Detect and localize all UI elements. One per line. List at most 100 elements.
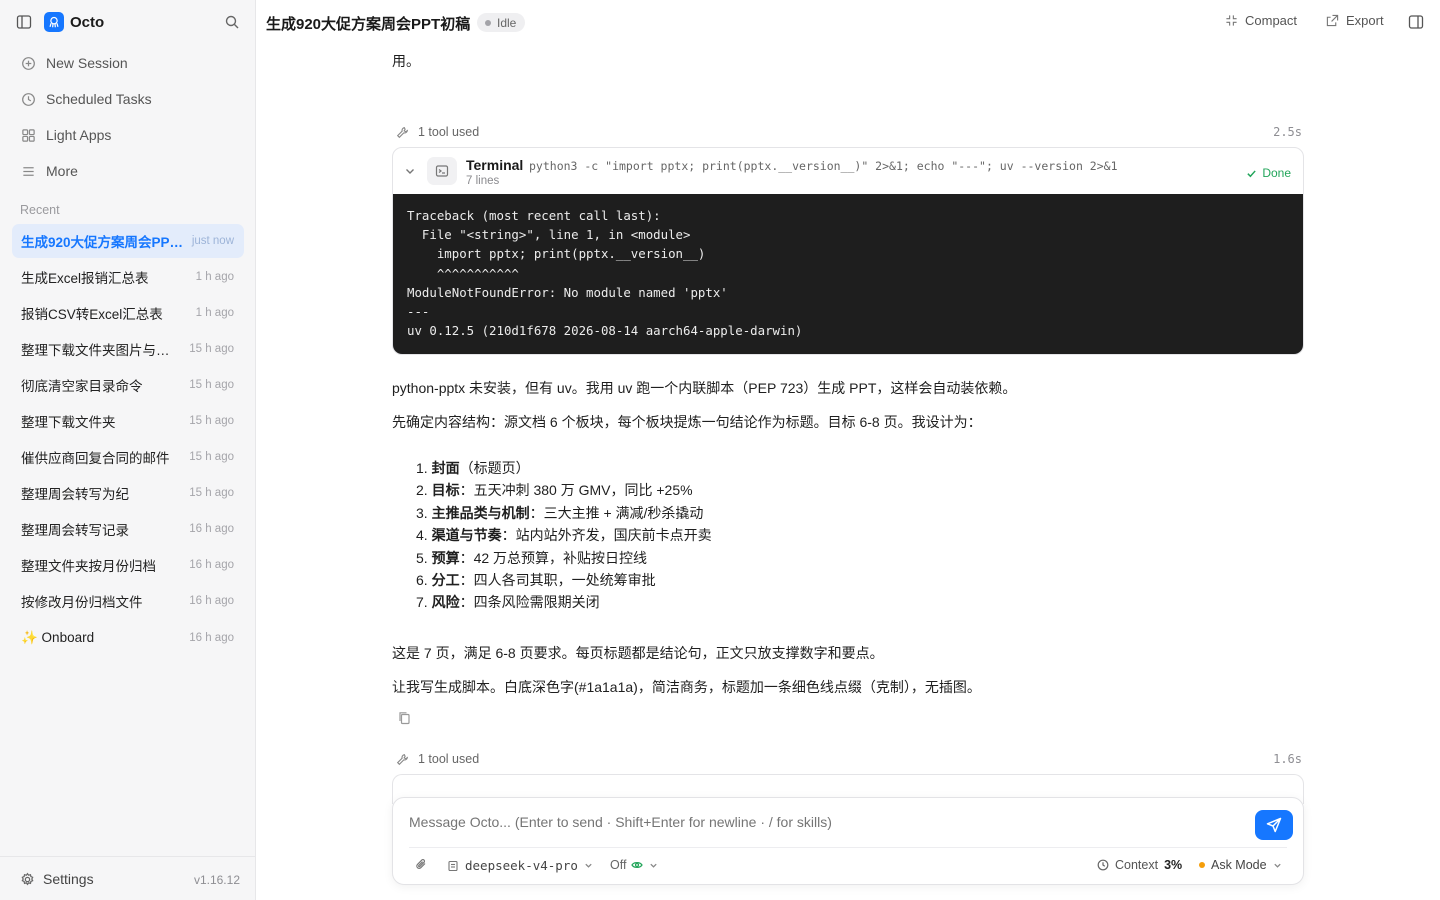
list-item: 4. 渠道与节奏：站内站外齐发，国庆前卡点开卖 [416, 527, 712, 544]
session-title: 生成920大促方案周会PPT初稿 [21, 235, 184, 250]
mode-selector[interactable]: Ask Mode [1199, 858, 1282, 872]
check-icon [1247, 169, 1257, 177]
mode-label: Ask Mode [1211, 858, 1267, 872]
composer-divider [409, 847, 1287, 848]
session-title: 整理下载文件夹 [21, 415, 116, 430]
sidebar-header: Octo [0, 0, 256, 44]
tool-status-label: Done [1262, 166, 1291, 180]
sidebar-footer: Settings v1.16.12 [0, 856, 256, 900]
list-item: 1. 封面（标题页） [416, 460, 530, 476]
session-title: 报销CSV转Excel汇总表 [21, 307, 163, 322]
more-button[interactable]: More [12, 155, 244, 187]
session-time: 16 h ago [189, 559, 234, 571]
terminal-icon [427, 157, 457, 185]
page-title: 生成920大促方案周会PPT初稿 [266, 16, 471, 33]
tool-usage-summary[interactable]: 1 tool used 1.6s [392, 750, 1304, 768]
octo-logo-icon [44, 12, 64, 32]
chevron-down-icon [1273, 863, 1281, 868]
model-selector[interactable]: deepseek-v4-pro [447, 858, 593, 873]
session-time: 16 h ago [189, 595, 234, 607]
session-item[interactable]: 按修改月份归档文件 16 h ago [12, 584, 244, 618]
status-badge: Idle [477, 13, 526, 32]
message-text: python-pptx 未安装，但有 uv。我用 uv 跑一个内联脚本（PEP … [392, 380, 1017, 396]
session-title: 按修改月份归档文件 [21, 595, 143, 610]
send-button[interactable] [1255, 810, 1293, 840]
session-item[interactable]: 整理下载文件夹 15 h ago [12, 404, 244, 438]
message-input[interactable] [409, 814, 1249, 830]
light-apps-label: Light Apps [46, 127, 112, 143]
session-title: 整理下载文件夹图片与文档 [21, 343, 182, 358]
session-item[interactable]: 彻底清空家目录命令 15 h ago [12, 368, 244, 402]
tool-used-label: 1 tool used [418, 752, 480, 766]
more-label: More [46, 163, 78, 179]
chat-header: 生成920大促方案周会PPT初稿 Idle Compact Export [256, 0, 1440, 44]
copy-icon[interactable] [398, 711, 411, 725]
clock-icon [1097, 859, 1109, 871]
session-title: 生成Excel报销汇总表 [21, 271, 149, 286]
app-name: Octo [70, 14, 105, 31]
app-version: v1.16.12 [193, 873, 240, 887]
tool-card-header[interactable]: Terminal python3 -c "import pptx; print(… [393, 148, 1303, 194]
session-time: 15 h ago [189, 487, 234, 499]
model-name: deepseek-v4-pro [465, 858, 578, 873]
toggle-label: Off [610, 858, 627, 872]
session-item[interactable]: 整理下载文件夹图片与文档 15 h ago [12, 332, 244, 366]
status-label: Idle [497, 15, 517, 30]
session-item[interactable]: 催供应商回复合同的邮件 15 h ago [12, 440, 244, 474]
paperclip-icon [416, 859, 426, 869]
session-time: 15 h ago [189, 415, 234, 427]
compact-button[interactable]: Compact [1225, 13, 1297, 28]
grid-icon [22, 128, 35, 142]
export-button[interactable]: Export [1326, 13, 1384, 28]
session-title: 彻底清空家目录命令 [21, 379, 143, 394]
right-panel-toggle-icon[interactable] [1408, 14, 1424, 30]
scheduled-tasks-button[interactable]: Scheduled Tasks [12, 83, 244, 115]
thinking-toggle[interactable]: Off [610, 858, 658, 872]
mode-dot-icon [1199, 862, 1205, 868]
chevron-down-icon[interactable] [404, 165, 416, 177]
session-item[interactable]: 生成Excel报销汇总表 1 h ago [12, 260, 244, 294]
context-value: 3% [1164, 858, 1183, 872]
session-item[interactable]: 报销CSV转Excel汇总表 1 h ago [12, 296, 244, 330]
sidebar: Octo New Session Scheduled Tasks Light A… [0, 0, 256, 900]
list-item: 5. 预算：42 万总预算，补贴按日控线 [416, 549, 648, 566]
session-item[interactable]: ✨ Onboard 16 h ago [12, 621, 244, 655]
plus-circle-icon [22, 56, 35, 70]
session-item[interactable]: 生成920大促方案周会PPT初稿 just now [12, 224, 244, 258]
session-time: just now [191, 235, 234, 247]
new-session-label: New Session [46, 55, 128, 71]
message-text: 这是 7 页，满足 6-8 页要求。每页标题都是结论句，正文只放支撑数字和要点。 [392, 645, 884, 661]
session-item[interactable]: 整理周会转写为纪 15 h ago [12, 476, 244, 510]
session-title: 整理文件夹按月份归档 [21, 559, 156, 574]
outline-list: 1. 封面（标题页） 2. 目标：五天冲刺 380 万 GMV，同比 +25% … [416, 458, 712, 615]
new-session-button[interactable]: New Session [12, 47, 244, 79]
message-composer: deepseek-v4-pro Off Context 3% Ask Mode [392, 797, 1304, 885]
context-label: Context [1115, 858, 1159, 872]
attach-button[interactable] [415, 858, 427, 870]
menu-icon [23, 166, 34, 176]
gear-icon [21, 872, 34, 885]
recent-section-label: Recent [20, 203, 60, 217]
status-dot-icon [485, 19, 491, 26]
list-item: 3. 主推品类与机制：三大主推 + 满减/秒杀撬动 [416, 504, 704, 521]
tool-command: python3 -c "import pptx; print(pptx.__ve… [529, 159, 1118, 173]
session-item[interactable]: 整理文件夹按月份归档 16 h ago [12, 548, 244, 582]
session-time: 15 h ago [189, 379, 234, 391]
context-indicator[interactable]: Context 3% [1097, 858, 1182, 872]
sidebar-toggle-icon[interactable] [16, 14, 32, 30]
tool-usage-summary[interactable]: 1 tool used 2.5s [392, 123, 1304, 141]
tool-name: Terminal [466, 157, 524, 173]
session-time: 15 h ago [189, 343, 234, 355]
session-title: 整理周会转写为纪 [21, 487, 129, 502]
tool-duration: 2.5s [1273, 125, 1302, 139]
light-apps-button[interactable]: Light Apps [12, 119, 244, 151]
terminal-output-text: Traceback (most recent call last): File … [407, 208, 803, 339]
message-text: 让我写生成脚本。白底深色字(#1a1a1a)，简洁商务，标题加一条细色线点缀（克… [392, 679, 981, 695]
settings-button[interactable]: Settings [20, 871, 94, 887]
list-item: 7. 风险：四条风险需限期关闭 [416, 594, 600, 611]
eye-icon [631, 862, 644, 868]
search-icon[interactable] [224, 14, 240, 30]
session-item[interactable]: 整理周会转写记录 16 h ago [12, 512, 244, 546]
chevron-down-icon [585, 863, 592, 868]
session-time: 1 h ago [195, 271, 234, 283]
